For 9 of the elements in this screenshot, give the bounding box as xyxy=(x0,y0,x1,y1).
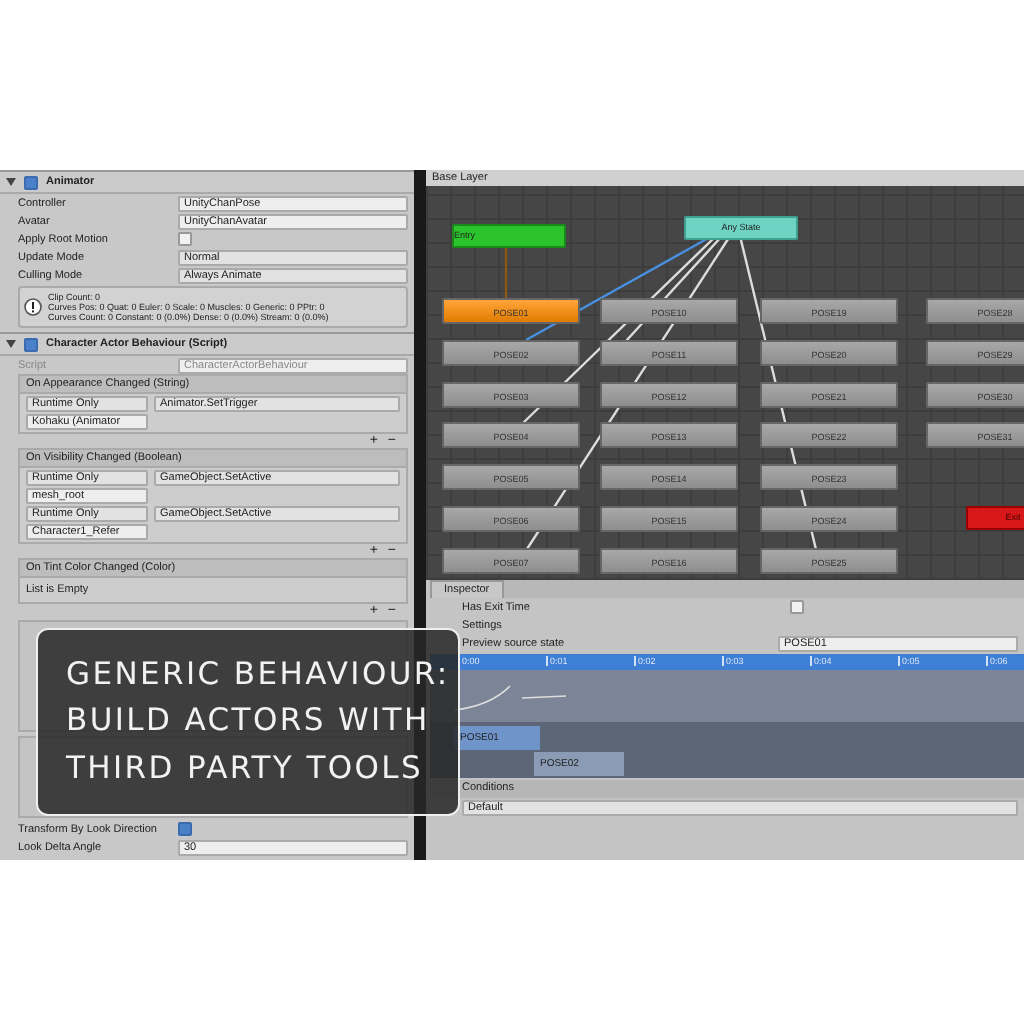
enable-checkbox[interactable] xyxy=(24,175,38,189)
foldout-icon[interactable] xyxy=(6,178,16,186)
checkbox[interactable] xyxy=(178,822,192,836)
warning-icon xyxy=(24,298,42,316)
enable-checkbox[interactable] xyxy=(24,337,38,351)
checkbox[interactable] xyxy=(790,600,804,614)
transition-line xyxy=(504,244,508,298)
foldout-icon[interactable] xyxy=(6,340,16,348)
checkbox[interactable] xyxy=(178,232,192,246)
